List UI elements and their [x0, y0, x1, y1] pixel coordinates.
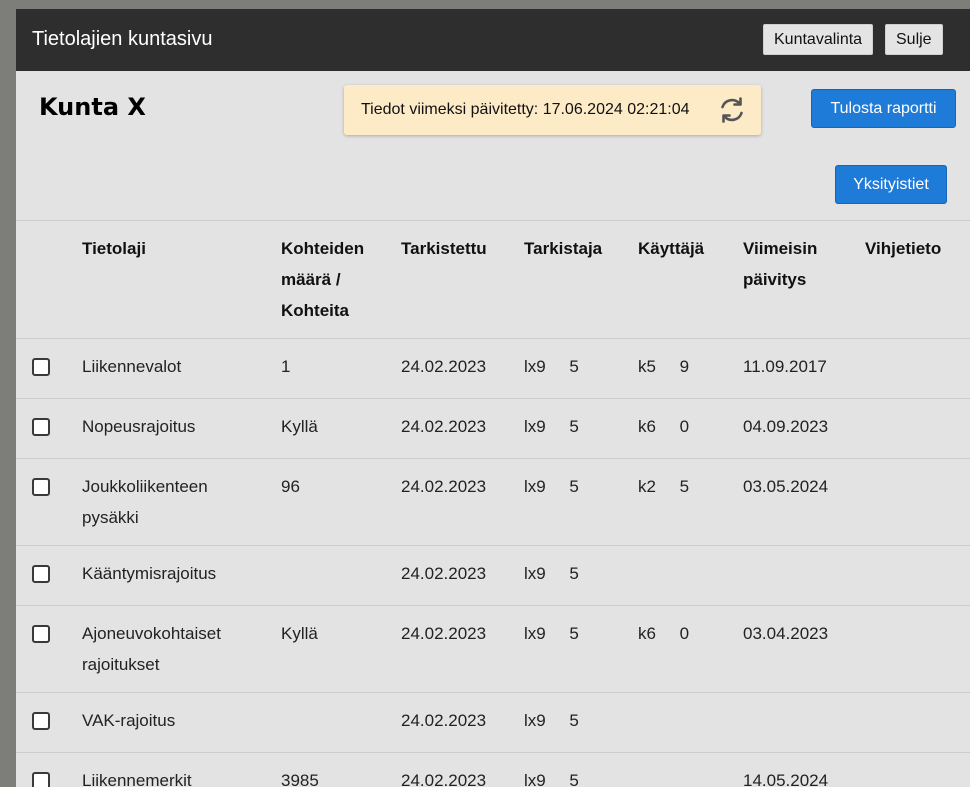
cell-tietolaji: Joukkoliikenteen pysäkki [82, 458, 281, 546]
table-row[interactable]: Liikennemerkit 3985 24.02.2023 lx9 5 14.… [16, 752, 970, 787]
cell-count [281, 545, 401, 606]
data-type-table: Tietolaji Kohteiden määrä / Kohteita Tar… [16, 220, 970, 787]
row-checkbox[interactable] [32, 358, 50, 376]
row-checkbox[interactable] [32, 772, 50, 787]
cell-last-update: 11.09.2017 [743, 338, 865, 399]
cell-count [281, 692, 401, 753]
column-header-checker[interactable]: Tarkistaja [524, 220, 638, 339]
cell-tietolaji: Kääntymisrajoitus [82, 545, 281, 606]
column-header-hint[interactable]: Vihjetieto [865, 220, 970, 339]
cell-hint [865, 752, 970, 787]
cell-last-update [743, 692, 865, 753]
cell-user [638, 692, 743, 753]
row-select-cell [16, 605, 82, 693]
cell-user [638, 752, 743, 787]
modal-header: Tietolajien kuntasivu Kuntavalinta Sulje [16, 9, 970, 71]
row-checkbox[interactable] [32, 418, 50, 436]
cell-count: Kyllä [281, 398, 401, 459]
cell-last-update [743, 545, 865, 606]
table-row[interactable]: Nopeusrajoitus Kyllä 24.02.2023 lx9 5 k6… [16, 398, 970, 459]
cell-last-update: 03.05.2024 [743, 458, 865, 546]
cell-checker: lx9 5 [524, 605, 638, 693]
cell-user: k6 0 [638, 605, 743, 693]
cell-checker: lx9 5 [524, 458, 638, 546]
row-select-cell [16, 398, 82, 459]
cell-tietolaji: VAK-rajoitus [82, 692, 281, 753]
cell-user: k5 9 [638, 338, 743, 399]
cell-checked: 24.02.2023 [401, 545, 524, 606]
column-header-count[interactable]: Kohteiden määrä / Kohteita [281, 220, 401, 339]
municipality-select-button[interactable]: Kuntavalinta [763, 24, 874, 55]
private-roads-button[interactable]: Yksityistiet [835, 165, 947, 204]
row-select-cell [16, 338, 82, 399]
cell-checker: lx9 5 [524, 545, 638, 606]
select-column-header [16, 220, 82, 339]
last-updated-info: Tiedot viimeksi päivitetty: 17.06.2024 0… [344, 85, 761, 135]
cell-checked: 24.02.2023 [401, 605, 524, 693]
cell-hint [865, 545, 970, 606]
table-row[interactable]: Ajoneuvokohtaiset rajoitukset Kyllä 24.0… [16, 605, 970, 693]
cell-last-update: 03.04.2023 [743, 605, 865, 693]
column-header-last-update[interactable]: Viimeisin päivitys [743, 220, 865, 339]
column-header-checked[interactable]: Tarkistettu [401, 220, 524, 339]
cell-user [638, 545, 743, 606]
row-checkbox[interactable] [32, 712, 50, 730]
modal-title: Tietolajien kuntasivu [32, 28, 213, 50]
column-header-tietolaji[interactable]: Tietolaji [82, 220, 281, 339]
cell-tietolaji: Liikennevalot [82, 338, 281, 399]
cell-tietolaji: Ajoneuvokohtaiset rajoitukset [82, 605, 281, 693]
cell-hint [865, 458, 970, 546]
cell-last-update: 14.05.2024 [743, 752, 865, 787]
cell-hint [865, 398, 970, 459]
cell-tietolaji: Liikennemerkit [82, 752, 281, 787]
row-checkbox[interactable] [32, 565, 50, 583]
row-select-cell [16, 692, 82, 753]
cell-checker: lx9 5 [524, 752, 638, 787]
cell-user: k2 5 [638, 458, 743, 546]
cell-count: 1 [281, 338, 401, 399]
cell-checked: 24.02.2023 [401, 692, 524, 753]
row-checkbox[interactable] [32, 478, 50, 496]
cell-hint [865, 692, 970, 753]
last-updated-text: Tiedot viimeksi päivitetty: 17.06.2024 0… [361, 101, 690, 118]
column-header-user[interactable]: Käyttäjä [638, 220, 743, 339]
table-row[interactable]: Liikennevalot 1 24.02.2023 lx9 5 k5 9 11… [16, 338, 970, 399]
table-row[interactable]: Joukkoliikenteen pysäkki 96 24.02.2023 l… [16, 458, 970, 546]
row-select-cell [16, 458, 82, 546]
row-select-cell [16, 545, 82, 606]
municipality-name: Kunta X [39, 93, 146, 121]
cell-hint [865, 338, 970, 399]
cell-last-update: 04.09.2023 [743, 398, 865, 459]
municipality-modal: Tietolajien kuntasivu Kuntavalinta Sulje… [16, 9, 970, 787]
refresh-icon[interactable] [717, 95, 747, 125]
print-report-button[interactable]: Tulosta raportti [811, 89, 956, 128]
table-row[interactable]: Kääntymisrajoitus 24.02.2023 lx9 5 [16, 545, 970, 606]
row-checkbox[interactable] [32, 625, 50, 643]
cell-count: Kyllä [281, 605, 401, 693]
cell-hint [865, 605, 970, 693]
cell-checker: lx9 5 [524, 398, 638, 459]
cell-checked: 24.02.2023 [401, 458, 524, 546]
cell-checked: 24.02.2023 [401, 338, 524, 399]
table-row[interactable]: VAK-rajoitus 24.02.2023 lx9 5 [16, 692, 970, 753]
cell-user: k6 0 [638, 398, 743, 459]
cell-checker: lx9 5 [524, 338, 638, 399]
cell-count: 96 [281, 458, 401, 546]
cell-checked: 24.02.2023 [401, 752, 524, 787]
table-header-row: Tietolaji Kohteiden määrä / Kohteita Tar… [16, 220, 970, 339]
row-select-cell [16, 752, 82, 787]
cell-checked: 24.02.2023 [401, 398, 524, 459]
cell-count: 3985 [281, 752, 401, 787]
close-button[interactable]: Sulje [885, 24, 943, 55]
cell-checker: lx9 5 [524, 692, 638, 753]
cell-tietolaji: Nopeusrajoitus [82, 398, 281, 459]
